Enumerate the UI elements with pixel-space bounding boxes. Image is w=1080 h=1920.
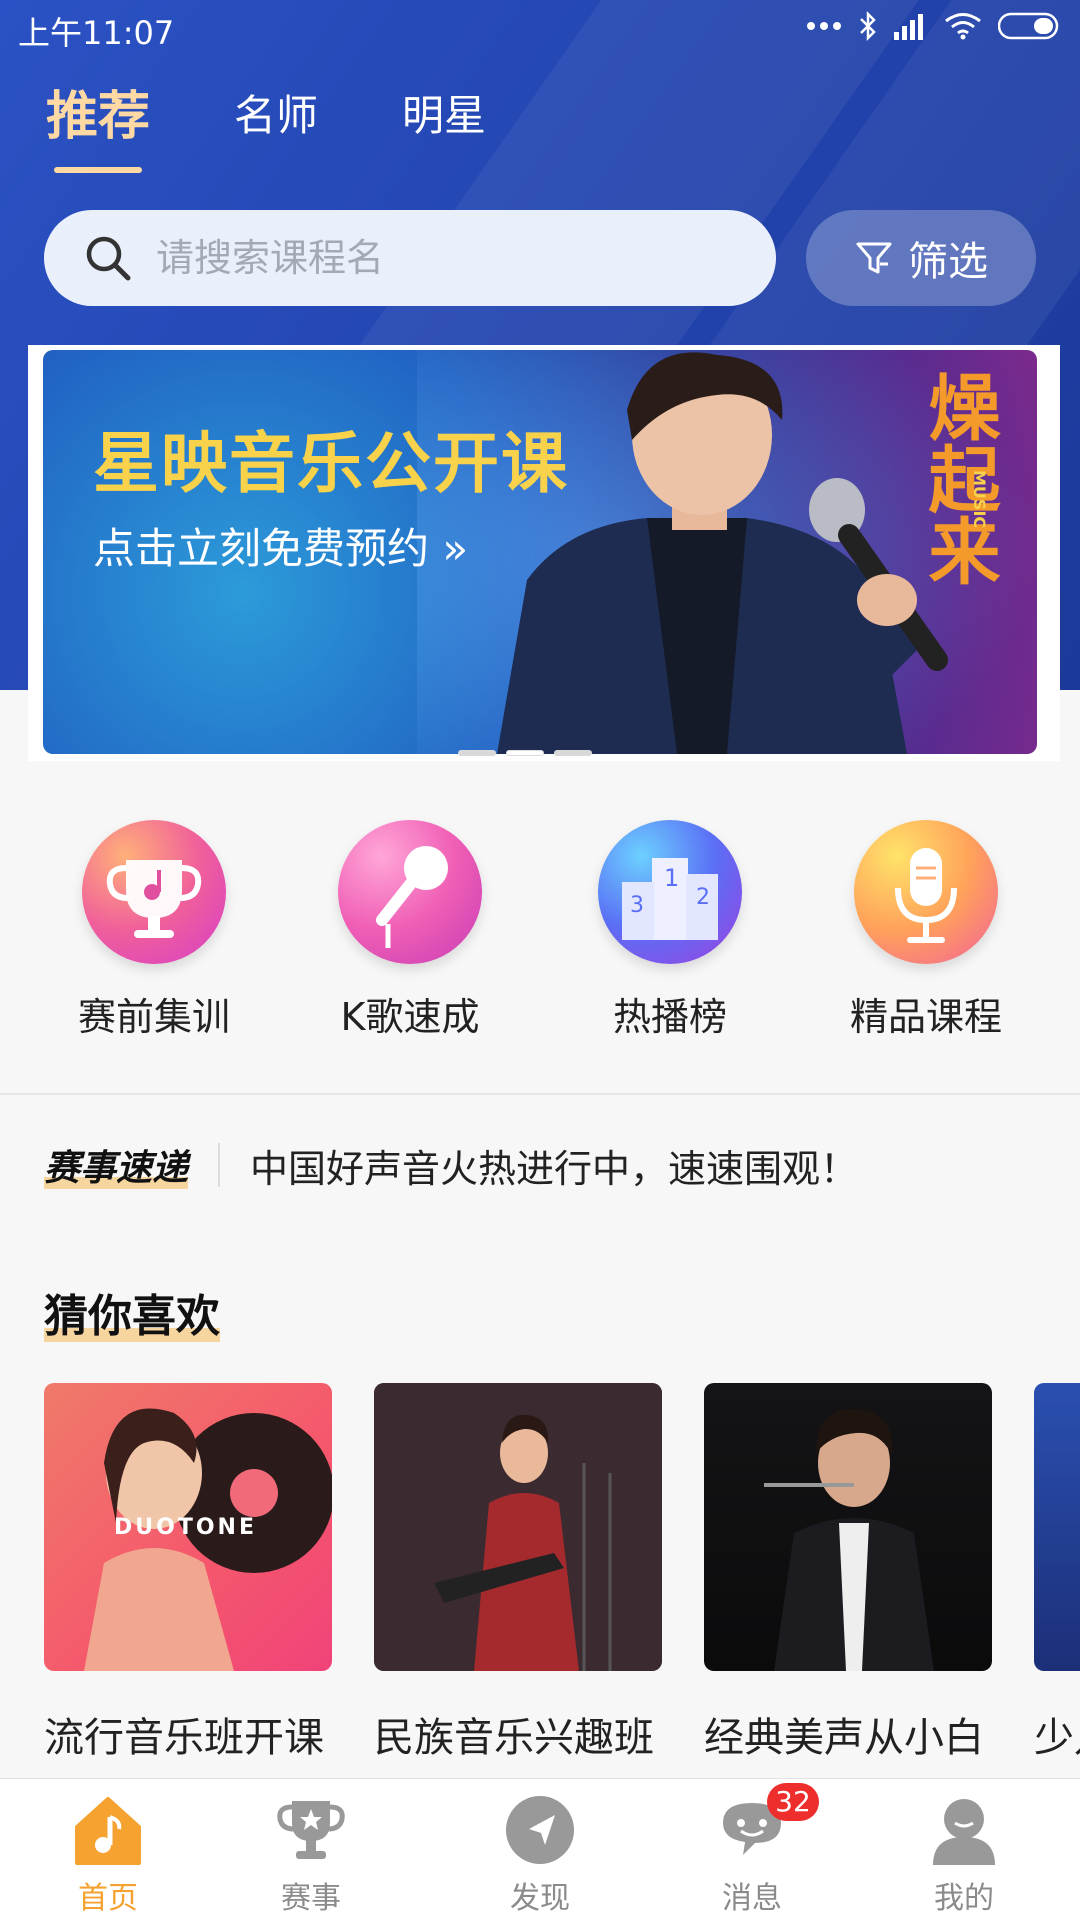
course-thumbnail (374, 1383, 662, 1671)
course-title: 流行音乐班开课 (44, 1715, 324, 1761)
quick-entry-label: 赛前集训 (77, 995, 230, 1039)
course-card[interactable]: 少儿 (1034, 1383, 1080, 1763)
quick-entry-premium[interactable]: 精品课程 (816, 820, 1036, 1041)
course-card[interactable]: DUOTONE 流行音乐班开课 (44, 1383, 332, 1763)
course-title: 经典美声从小白 (704, 1715, 984, 1761)
tab-label: 明星 (402, 91, 487, 140)
course-title: 少儿 (1034, 1715, 1080, 1761)
filter-label: 筛选 (908, 239, 988, 285)
banner-title: 星映音乐公开课 (93, 425, 569, 502)
wifi-icon (944, 12, 982, 40)
search-bar[interactable] (44, 210, 776, 306)
more-dots-icon (806, 21, 842, 31)
news-tag: 赛事速递 (44, 1139, 189, 1191)
status-icons (806, 10, 1062, 42)
banner-pagination (458, 750, 592, 756)
tab-teachers[interactable]: 名师 (234, 82, 318, 157)
recommend-cards: DUOTONE 流行音乐班开课 民族音乐兴趣班 经典美声从小白 少 (44, 1383, 1080, 1763)
section-divider (0, 1093, 1080, 1095)
chat-icon: 32 (715, 1783, 819, 1867)
course-card[interactable]: 经典美声从小白 (704, 1383, 992, 1763)
tabbar-profile[interactable]: 我的 (856, 1779, 1072, 1920)
filter-icon (856, 242, 892, 274)
quick-entry-karaoke[interactable]: K歌速成 (300, 820, 520, 1041)
section-title-text: 猜你喜欢 (44, 1291, 220, 1342)
tabbar-label: 发现 (510, 1881, 570, 1916)
quick-entry-label: K歌速成 (340, 995, 480, 1039)
tab-label: 名师 (234, 91, 319, 140)
card-art-text: DUOTONE (114, 1515, 257, 1540)
filter-button[interactable]: 筛选 (806, 210, 1036, 306)
search-input[interactable] (156, 236, 716, 280)
pagination-dot-active[interactable] (506, 750, 544, 756)
tab-recommend[interactable]: 推荐 (46, 74, 151, 173)
course-thumbnail (1034, 1383, 1080, 1671)
tabbar-messages[interactable]: 32 消息 (644, 1779, 860, 1920)
svg-text:1: 1 (664, 864, 679, 892)
banner-subtitle: 点击立刻免费预约 » (93, 524, 469, 573)
course-thumbnail (704, 1383, 992, 1671)
studio-mic-icon (854, 820, 998, 964)
status-bar: 上午11:07 (0, 0, 1080, 58)
tabbar-events[interactable]: 赛事 (203, 1779, 419, 1920)
pagination-dot[interactable] (458, 750, 496, 756)
news-ticker[interactable]: 赛事速递 中国好声音火热进行中，速速围观！ (44, 1135, 858, 1195)
tab-underline (54, 167, 143, 173)
tabbar-home[interactable]: 首页 (0, 1779, 216, 1920)
tab-stars[interactable]: 明星 (402, 82, 486, 157)
microphone-icon (338, 820, 482, 964)
svg-text:3: 3 (630, 893, 644, 918)
news-text: 中国好声音火热进行中，速速围观！ (250, 1146, 859, 1191)
pagination-dot[interactable] (554, 750, 592, 756)
bottom-tab-bar: 首页 赛事 发现 32 消息 我的 (0, 1778, 1080, 1920)
compass-icon (503, 1793, 577, 1867)
section-title: 猜你喜欢 (44, 1280, 220, 1344)
home-music-icon (71, 1793, 145, 1867)
quick-entry-charts[interactable]: 13 2 热播榜 (560, 820, 780, 1041)
quick-entry-training[interactable]: 赛前集训 (44, 820, 264, 1041)
svg-text:2: 2 (696, 885, 710, 910)
tabbar-label: 我的 (934, 1881, 994, 1916)
quick-entry-label: 热播榜 (612, 995, 727, 1039)
tabbar-label: 消息 (722, 1881, 782, 1916)
tabbar-label: 赛事 (281, 1881, 341, 1916)
course-card[interactable]: 民族音乐兴趣班 (374, 1383, 662, 1763)
trophy-music-icon (82, 820, 226, 964)
trophy-icon (274, 1793, 348, 1867)
course-title: 民族音乐兴趣班 (374, 1715, 654, 1761)
search-icon (86, 236, 131, 281)
quick-entries: 赛前集训 K歌速成 13 2 热播榜 精品课程 (0, 820, 1080, 1095)
user-icon (927, 1793, 1001, 1867)
news-separator (218, 1143, 221, 1187)
battery-icon (998, 11, 1062, 41)
bluetooth-icon (858, 10, 878, 42)
podium-icon: 13 2 (598, 820, 742, 964)
tabbar-discover[interactable]: 发现 (432, 1779, 648, 1920)
tabbar-label: 首页 (78, 1881, 138, 1916)
course-thumbnail: DUOTONE (44, 1383, 332, 1671)
message-badge: 32 (767, 1783, 819, 1821)
status-time: 上午11:07 (18, 14, 175, 52)
top-tabs: 推荐 名师 明星 (46, 82, 486, 173)
tab-label: 推荐 (46, 87, 151, 147)
quick-entry-label: 精品课程 (849, 995, 1002, 1039)
signal-icon (894, 12, 928, 40)
banner-tag-small: MUSIC (970, 470, 989, 529)
promo-banner[interactable]: 星映音乐公开课 点击立刻免费预约 » 燥起来 MUSIC (43, 350, 1037, 754)
